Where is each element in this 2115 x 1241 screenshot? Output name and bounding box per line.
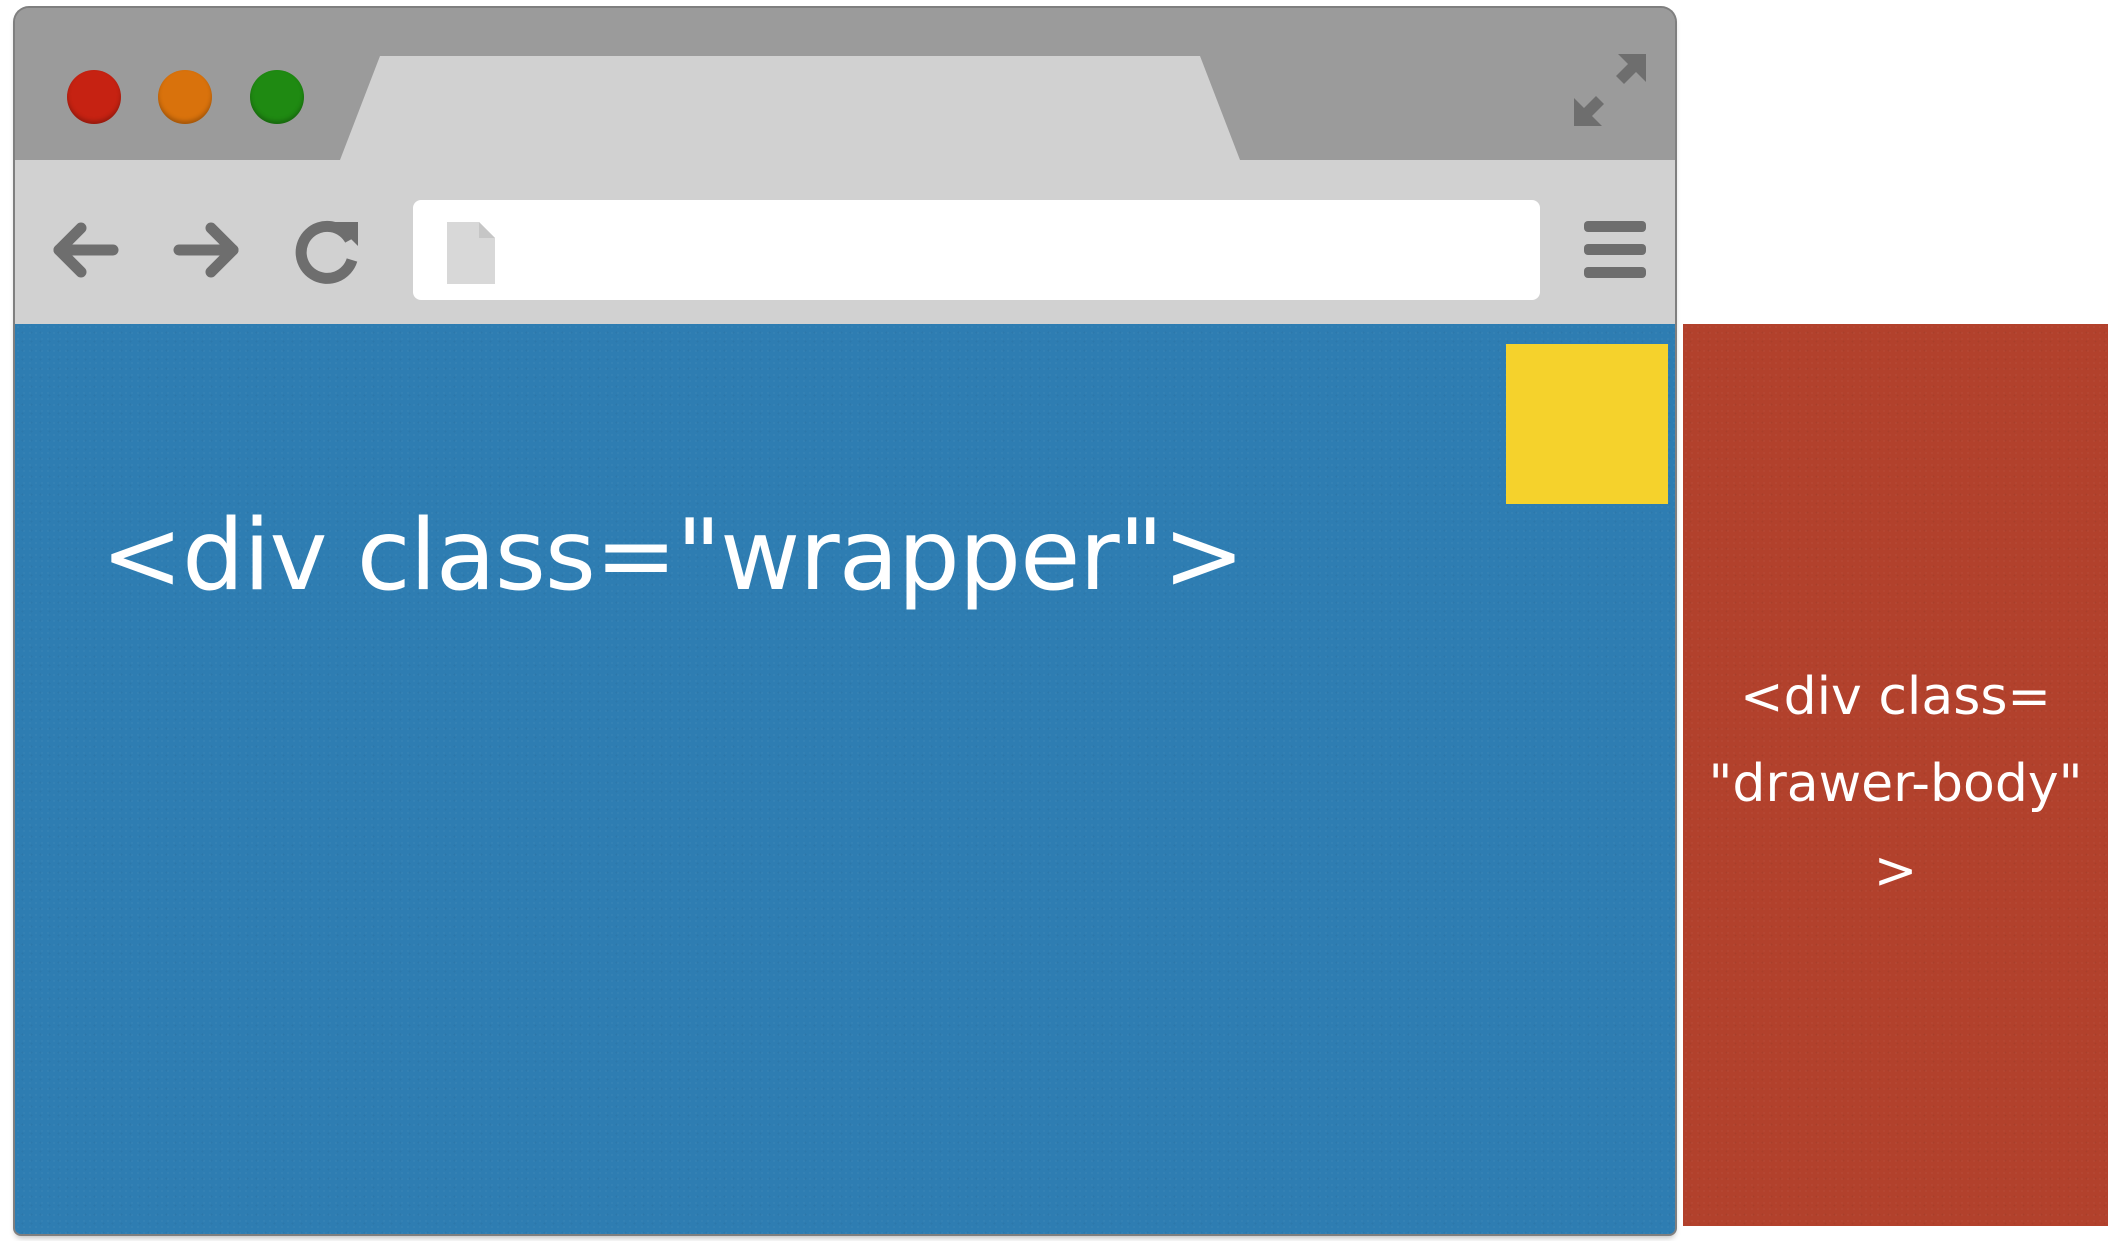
browser-window: <div class="wrapper"> [15,8,1675,1234]
drawer-label-line: <div class= [1740,667,2051,727]
fullscreen-icon[interactable] [1570,50,1650,130]
drawer-body: <div class= "drawer-body" > [1683,324,2108,1226]
browser-tab[interactable] [340,56,1240,160]
browser-toolbar [15,160,1675,332]
reload-icon[interactable] [288,210,368,290]
address-bar[interactable] [413,200,1540,300]
forward-arrow-icon[interactable] [167,210,247,290]
minimize-button[interactable] [158,70,212,124]
title-bar [15,8,1675,160]
back-arrow-icon[interactable] [45,210,125,290]
close-button[interactable] [67,70,121,124]
hamburger-menu-icon[interactable] [1580,215,1650,285]
drawer-label: <div class= "drawer-body" > [1683,654,2108,915]
wrapper-panel: <div class="wrapper"> [15,324,1675,1234]
page-icon [443,218,499,288]
drawer-toggle[interactable] [1506,344,1668,504]
drawer-label-line: > [1873,841,1918,901]
zoom-button[interactable] [250,70,304,124]
drawer-label-line: "drawer-body" [1708,754,2083,814]
wrapper-label: <div class="wrapper"> [101,499,1245,613]
